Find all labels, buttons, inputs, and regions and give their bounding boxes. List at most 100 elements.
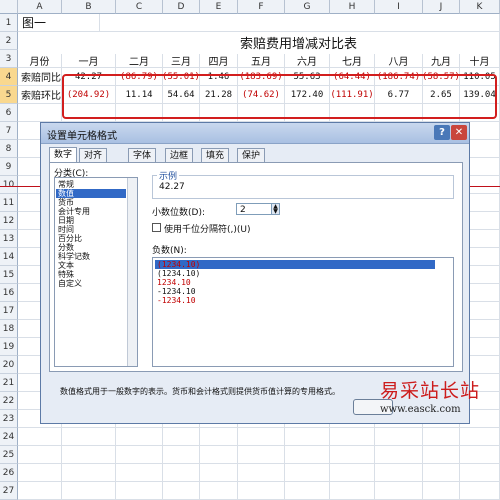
month-header[interactable]: 八月 <box>375 54 423 68</box>
cell[interactable] <box>238 104 285 122</box>
tab-font[interactable]: 字体 <box>128 148 156 162</box>
cell[interactable] <box>62 428 116 446</box>
data-cell[interactable]: (74.62) <box>238 86 285 104</box>
cell[interactable] <box>116 464 163 482</box>
column-header-k[interactable]: K <box>460 0 500 14</box>
cell[interactable] <box>116 482 163 500</box>
cell[interactable] <box>330 482 375 500</box>
cell[interactable] <box>238 464 285 482</box>
row-header-11[interactable]: 11 <box>0 194 18 212</box>
tab-border[interactable]: 边框 <box>165 148 193 162</box>
category-item[interactable]: 百分比 <box>56 234 126 243</box>
cell[interactable] <box>460 482 500 500</box>
data-cell[interactable]: (58.57) <box>422 68 460 86</box>
category-item[interactable]: 常规 <box>56 180 126 189</box>
row-header-21[interactable]: 21 <box>0 374 18 392</box>
column-header-d[interactable]: D <box>163 0 200 14</box>
cell[interactable] <box>423 446 460 464</box>
category-item[interactable]: 货币 <box>56 198 126 207</box>
column-header-h[interactable]: H <box>330 0 375 14</box>
category-item[interactable]: 分数 <box>56 243 126 252</box>
negative-format-item[interactable]: (1234.10) <box>155 260 435 269</box>
month-header[interactable]: 十月 <box>460 54 500 68</box>
cell[interactable] <box>163 464 200 482</box>
row-header-3[interactable]: 3 <box>0 50 18 68</box>
month-header[interactable]: 三月 <box>163 54 200 68</box>
cell[interactable] <box>163 446 200 464</box>
category-item[interactable]: 特殊 <box>56 270 126 279</box>
negative-format-item[interactable]: (1234.10) <box>155 269 435 278</box>
tab-protection[interactable]: 保护 <box>237 148 265 162</box>
column-header-g[interactable]: G <box>285 0 330 14</box>
row-header-7[interactable]: 7 <box>0 122 18 140</box>
negative-format-item[interactable]: 1234.10 <box>155 278 435 287</box>
data-cell[interactable]: (186.74) <box>375 68 423 86</box>
cell[interactable] <box>460 464 500 482</box>
cell[interactable] <box>375 446 423 464</box>
category-item[interactable]: 日期 <box>56 216 126 225</box>
thousands-separator-checkbox[interactable] <box>152 223 161 232</box>
cell[interactable] <box>285 104 330 122</box>
cell[interactable] <box>285 428 330 446</box>
category-item[interactable]: 科学记数 <box>56 252 126 261</box>
tab-fill[interactable]: 填充 <box>201 148 229 162</box>
cell[interactable] <box>460 428 500 446</box>
cell[interactable] <box>330 428 375 446</box>
row-label[interactable]: 索赔环比 <box>18 86 62 104</box>
cell[interactable] <box>330 464 375 482</box>
cell[interactable] <box>238 482 285 500</box>
category-item[interactable]: 文本 <box>56 261 126 270</box>
cell[interactable] <box>423 464 460 482</box>
row-header-8[interactable]: 8 <box>0 140 18 158</box>
table-title[interactable]: 索赔费用增减对比表 <box>18 32 500 54</box>
column-header-b[interactable]: B <box>62 0 116 14</box>
cell[interactable] <box>18 482 62 500</box>
cell[interactable] <box>423 428 460 446</box>
column-header-f[interactable]: F <box>238 0 285 14</box>
data-cell[interactable]: 172.40 <box>285 86 330 104</box>
cell[interactable] <box>375 104 423 122</box>
row-header-14[interactable]: 14 <box>0 248 18 266</box>
row-header-1[interactable]: 1 <box>0 14 18 32</box>
help-button[interactable]: ? <box>434 125 450 140</box>
data-cell[interactable]: 6.77 <box>375 86 423 104</box>
data-cell[interactable]: (86.79) <box>116 68 163 86</box>
data-cell[interactable]: 110.05 <box>460 68 500 86</box>
category-item[interactable]: 自定义 <box>56 279 126 288</box>
data-cell[interactable]: 2.65 <box>423 86 460 104</box>
month-header[interactable]: 七月 <box>330 54 375 68</box>
cell[interactable] <box>375 482 423 500</box>
cell[interactable] <box>62 464 116 482</box>
negative-format-item[interactable]: -1234.10 <box>155 287 435 296</box>
cell[interactable] <box>18 464 62 482</box>
data-cell[interactable]: 21.28 <box>200 86 238 104</box>
month-header[interactable]: 二月 <box>116 54 163 68</box>
cell[interactable] <box>238 428 285 446</box>
column-header-a[interactable]: A <box>18 0 62 14</box>
cell[interactable] <box>62 104 116 122</box>
cell[interactable] <box>375 428 423 446</box>
cell[interactable] <box>200 104 238 122</box>
month-header[interactable]: 九月 <box>423 54 460 68</box>
row-header-22[interactable]: 22 <box>0 392 18 410</box>
cell[interactable] <box>200 428 238 446</box>
caption-cell[interactable]: 图一 <box>18 14 100 32</box>
month-header[interactable]: 一月 <box>62 54 116 68</box>
row-header-23[interactable]: 23 <box>0 410 18 428</box>
cell[interactable] <box>62 482 116 500</box>
row-header-27[interactable]: 27 <box>0 482 18 500</box>
close-button[interactable]: ✕ <box>451 125 467 140</box>
cell[interactable] <box>116 104 163 122</box>
data-cell[interactable]: 139.04 <box>460 86 500 104</box>
cell[interactable] <box>163 104 200 122</box>
cell[interactable] <box>460 104 500 122</box>
data-cell[interactable]: 54.64 <box>163 86 200 104</box>
row-header-12[interactable]: 12 <box>0 212 18 230</box>
row-header-25[interactable]: 25 <box>0 446 18 464</box>
category-item[interactable]: 数值 <box>56 189 126 198</box>
cell[interactable] <box>285 464 330 482</box>
negative-format-item[interactable]: -1234.10 <box>155 296 435 305</box>
cell[interactable] <box>330 104 375 122</box>
month-header[interactable]: 六月 <box>285 54 330 68</box>
cell[interactable] <box>423 482 460 500</box>
